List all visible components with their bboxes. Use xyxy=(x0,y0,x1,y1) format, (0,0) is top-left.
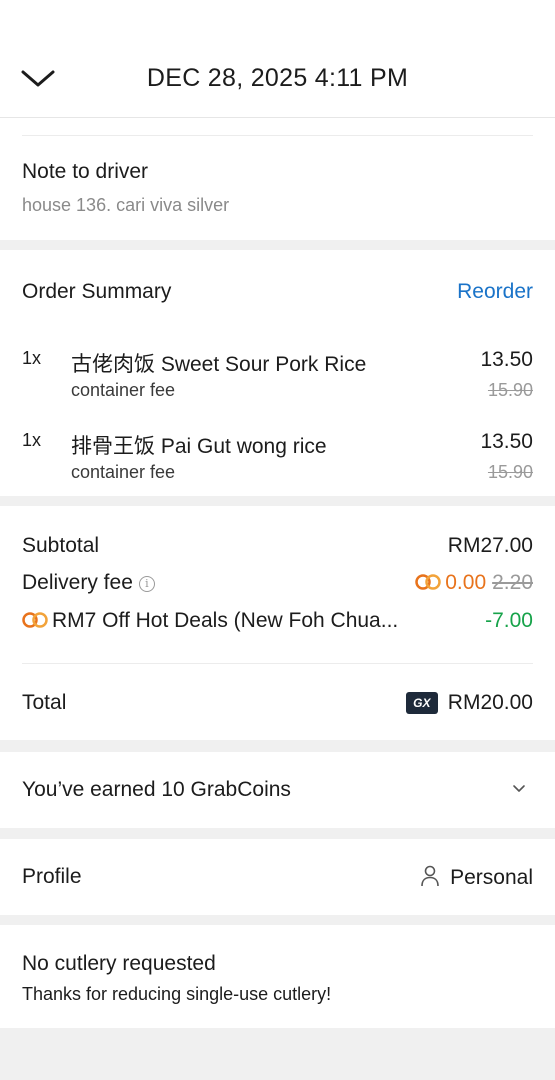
order-summary-title: Order Summary xyxy=(22,280,172,303)
divider xyxy=(22,663,533,664)
profile-value: Personal xyxy=(450,866,533,889)
subtotal-label: Subtotal xyxy=(22,534,100,557)
cutlery-subtitle: Thanks for reducing single-use cutlery! xyxy=(22,984,332,1004)
total-value: RM20.00 xyxy=(447,691,533,714)
promo-icon xyxy=(22,612,48,628)
note-text: house 136. cari viva silver xyxy=(22,195,230,215)
total-label: Total xyxy=(22,691,67,714)
item-addon: container fee xyxy=(71,462,176,482)
divider xyxy=(22,135,533,136)
grabcoins-label: You’ve earned 10 GrabCoins xyxy=(22,778,291,801)
item-old-price: 15.90 xyxy=(487,462,533,482)
item-addon: container fee xyxy=(71,380,176,400)
delivery-fee-row: Delivery fee i xyxy=(22,571,155,595)
info-icon[interactable]: i xyxy=(138,576,155,592)
header: DEC 28, 2025 4:11 PM xyxy=(0,0,555,118)
order-datetime-title: DEC 28, 2025 4:11 PM xyxy=(146,64,409,92)
item-qty: 1x xyxy=(22,430,42,450)
promo-row: RM7 Off Hot Deals (New Foh Chua... xyxy=(22,609,398,633)
chevron-down-icon[interactable] xyxy=(511,781,527,797)
promo-label: RM7 Off Hot Deals (New Foh Chua... xyxy=(52,609,399,632)
item-name: 排骨王饭 Pai Gut wong rice xyxy=(71,435,327,458)
profile-value-group: Personal xyxy=(420,865,533,890)
cutlery-title: No cutlery requested xyxy=(22,952,216,975)
delivery-fee-value-group: 0.00 2.20 xyxy=(415,571,533,595)
item-name: 古佬肉饭 Sweet Sour Pork Rice xyxy=(71,353,367,376)
item-old-price: 15.90 xyxy=(487,380,533,400)
cutlery-card xyxy=(0,925,555,1028)
subscription-discount-icon xyxy=(415,574,441,590)
profile-label: Profile xyxy=(22,865,82,888)
delivery-fee-old: 2.20 xyxy=(492,571,533,594)
reorder-link[interactable]: Reorder xyxy=(457,280,533,304)
gx-bank-badge: GX xyxy=(405,692,438,714)
item-qty: 1x xyxy=(22,348,42,368)
subtotal-value: RM27.00 xyxy=(447,534,533,557)
person-icon xyxy=(421,865,439,887)
total-value-group: GX RM20.00 xyxy=(405,691,533,715)
note-title: Note to driver xyxy=(22,160,149,183)
item-price: 13.50 xyxy=(480,348,533,371)
promo-value: -7.00 xyxy=(485,609,533,632)
item-price: 13.50 xyxy=(480,430,533,453)
delivery-fee-label: Delivery fee xyxy=(22,571,133,594)
delivery-fee-value: 0.00 xyxy=(445,571,487,594)
